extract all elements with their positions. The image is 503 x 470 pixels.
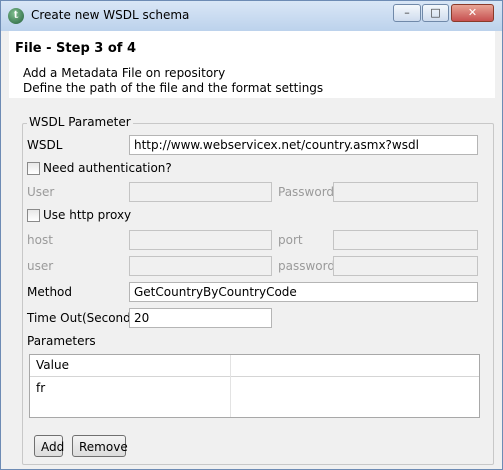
remove-parameter-button[interactable]: Remove [72, 435, 128, 457]
use-http-proxy-label: Use http proxy [43, 208, 132, 222]
value-column-header[interactable]: Value [36, 358, 69, 372]
proxy-port-input[interactable] [333, 230, 478, 250]
timeout-input[interactable]: 20 [129, 308, 272, 328]
wizard-header: File - Step 3 of 4 Add a Metadata File o… [9, 31, 495, 99]
proxy-port-label: port [278, 233, 303, 247]
use-http-proxy-checkbox[interactable] [27, 209, 40, 222]
minimize-icon: – [404, 6, 410, 19]
parameters-table[interactable]: Value fr [29, 354, 480, 418]
wsdl-parameter-group-label: WSDL Parameter [27, 115, 133, 129]
proxy-host-input[interactable] [129, 230, 272, 250]
need-authentication-label: Need authentication? [43, 161, 172, 175]
add-parameter-button[interactable]: Add [34, 435, 64, 457]
wsdl-url-input[interactable]: http://www.webservicex.net/country.asmx?… [129, 135, 478, 155]
maximize-button[interactable]: □ [422, 4, 449, 22]
method-input[interactable]: GetCountryByCountryCode [129, 282, 478, 302]
talend-app-icon: t [8, 8, 24, 24]
auth-password-label: Password [278, 185, 335, 199]
wsdl-label: WSDL [27, 138, 63, 152]
auth-user-input[interactable] [129, 182, 272, 202]
minimize-button[interactable]: – [393, 4, 421, 22]
proxy-password-label: password [278, 259, 335, 273]
timeout-label: Time Out(Second) [27, 311, 136, 325]
auth-password-input[interactable] [333, 182, 478, 202]
table-cell[interactable]: fr [36, 381, 45, 395]
proxy-password-input[interactable] [333, 256, 478, 276]
create-wsdl-schema-window: t Create new WSDL schema – □ ✕ File - St… [0, 0, 503, 470]
parameters-label: Parameters [27, 334, 96, 348]
close-button[interactable]: ✕ [451, 4, 494, 22]
method-label: Method [27, 285, 73, 299]
close-icon: ✕ [467, 6, 478, 19]
maximize-icon: □ [430, 6, 441, 19]
title-bar[interactable]: t Create new WSDL schema – □ ✕ [1, 1, 502, 31]
auth-user-label: User [27, 185, 55, 199]
proxy-host-label: host [27, 233, 53, 247]
step-title: File - Step 3 of 4 [15, 41, 137, 56]
column-divider[interactable] [230, 355, 231, 417]
proxy-user-input[interactable] [129, 256, 272, 276]
window-title: Create new WSDL schema [31, 8, 190, 22]
step-description-2: Define the path of the file and the form… [23, 81, 324, 95]
proxy-user-label: user [27, 259, 54, 273]
parameters-table-header: Value [30, 355, 479, 377]
need-authentication-checkbox[interactable] [27, 162, 40, 175]
step-description-1: Add a Metadata File on repository [23, 66, 226, 80]
wizard-content: WSDL Parameter WSDL http://www.webservic… [9, 98, 495, 465]
